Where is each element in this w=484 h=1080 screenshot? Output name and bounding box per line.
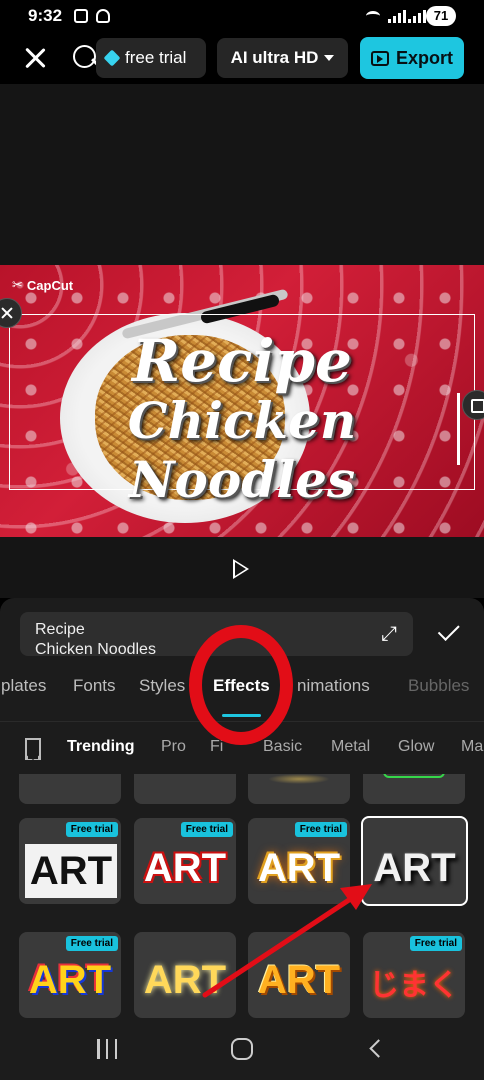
effect-tile-sparkle[interactable]: ART <box>134 932 236 1018</box>
clock: 9:32 <box>28 6 63 25</box>
annotation-circle <box>189 625 293 745</box>
effect-tile[interactable] <box>19 774 121 804</box>
text-input-value: Recipe Chicken Noodles <box>35 621 156 656</box>
video-frame[interactable]: ✂ CapCut Recipe Chicken Noodles <box>0 265 484 537</box>
text-cursor <box>457 393 460 465</box>
title-line-1: Recipe <box>132 327 352 395</box>
effect-preview: じまく <box>369 968 459 1003</box>
text-selection-box[interactable]: Recipe Chicken Noodles <box>9 314 475 509</box>
subtab-glow[interactable]: Glow <box>398 738 434 756</box>
effect-tile-paper[interactable]: Free trial ART <box>19 818 121 904</box>
export-button[interactable]: Export <box>360 37 464 79</box>
effect-preview: ART <box>143 846 227 890</box>
free-trial-badge: Free trial <box>180 822 233 837</box>
free-trial-badge: Free trial <box>65 822 118 837</box>
subtab-more[interactable]: Ma <box>461 738 483 756</box>
title-line-2: Chicken Noodles <box>127 391 357 509</box>
system-nav-bar <box>0 1020 484 1080</box>
preview-area: ✂ CapCut Recipe Chicken Noodles <box>0 84 484 598</box>
effect-tile-comic[interactable]: Free trial ART <box>19 932 121 1018</box>
quality-label: AI ultra HD <box>230 48 319 67</box>
diamond-icon <box>103 49 121 67</box>
close-icon[interactable] <box>20 43 50 73</box>
effect-preview: ART <box>257 958 341 1002</box>
effect-preview: ART <box>25 844 117 898</box>
gamepad-icon <box>96 9 110 23</box>
export-icon <box>370 50 389 66</box>
effect-preview: ART <box>257 846 341 890</box>
capcut-watermark: ✂ CapCut <box>12 277 73 293</box>
quality-dropdown[interactable]: AI ultra HD <box>217 38 348 78</box>
effect-tile-gold-glow[interactable]: Free trial ART <box>248 818 350 904</box>
resize-handle[interactable] <box>462 390 484 420</box>
tab-animations[interactable]: nimations <box>297 676 370 696</box>
subtab-trending[interactable]: Trending <box>67 738 135 756</box>
tab-fonts[interactable]: Fonts <box>73 676 116 696</box>
capcut-logo-icon: ✂ <box>12 277 23 292</box>
effect-tile[interactable] <box>134 774 236 804</box>
tab-styles[interactable]: Styles <box>139 676 185 696</box>
export-label: Export <box>395 47 453 68</box>
effect-tile-red-outline[interactable]: Free trial ART <box>134 818 236 904</box>
free-trial-badge: Free trial <box>65 936 118 951</box>
recent-apps-icon[interactable] <box>97 1039 117 1059</box>
top-toolbar: free trial AI ultra HD Export <box>0 32 484 84</box>
battery-level: 71 <box>426 6 456 26</box>
status-bar: 9:32 71 <box>0 0 484 32</box>
glow-preview <box>268 774 330 784</box>
neon-preview <box>383 774 445 778</box>
signal-icon <box>388 9 406 23</box>
wifi-icon <box>366 11 380 21</box>
effect-tile[interactable] <box>363 774 465 804</box>
expand-icon[interactable] <box>381 624 401 644</box>
free-trial-badge: Free trial <box>294 822 347 837</box>
confirm-check-icon[interactable] <box>434 616 464 646</box>
screenshot-icon <box>74 9 88 23</box>
effect-tile-japanese[interactable]: Free trial じまく <box>363 932 465 1018</box>
effect-tile-shadow-selected[interactable]: ART <box>361 816 468 906</box>
effect-preview: ART <box>28 958 112 1002</box>
effects-grid: Free trial ART Free trial ART Free trial… <box>0 774 484 1020</box>
tab-templates[interactable]: plates <box>1 676 46 696</box>
back-icon[interactable] <box>369 1039 388 1058</box>
subtab-basic[interactable]: Basic <box>263 738 302 756</box>
free-trial-badge: Free trial <box>409 936 462 951</box>
subtab-metal[interactable]: Metal <box>331 738 370 756</box>
watermark-text: CapCut <box>26 277 74 293</box>
caret-down-icon <box>324 55 335 61</box>
tab-bubbles[interactable]: Bubbles <box>408 676 469 696</box>
effect-preview: ART <box>143 958 227 1002</box>
home-icon[interactable] <box>231 1038 253 1060</box>
effect-preview: ART <box>373 846 456 890</box>
subtab-pro[interactable]: Pro <box>161 738 186 756</box>
play-icon[interactable] <box>233 559 249 579</box>
bookmark-icon[interactable] <box>25 738 41 760</box>
effect-tile[interactable] <box>248 774 350 804</box>
signal-icon-2 <box>408 9 426 23</box>
search-icon[interactable] <box>72 44 98 70</box>
free-trial-label: free trial <box>125 48 187 67</box>
free-trial-button[interactable]: free trial <box>96 38 206 78</box>
effect-tile-orange[interactable]: ART <box>248 932 350 1018</box>
